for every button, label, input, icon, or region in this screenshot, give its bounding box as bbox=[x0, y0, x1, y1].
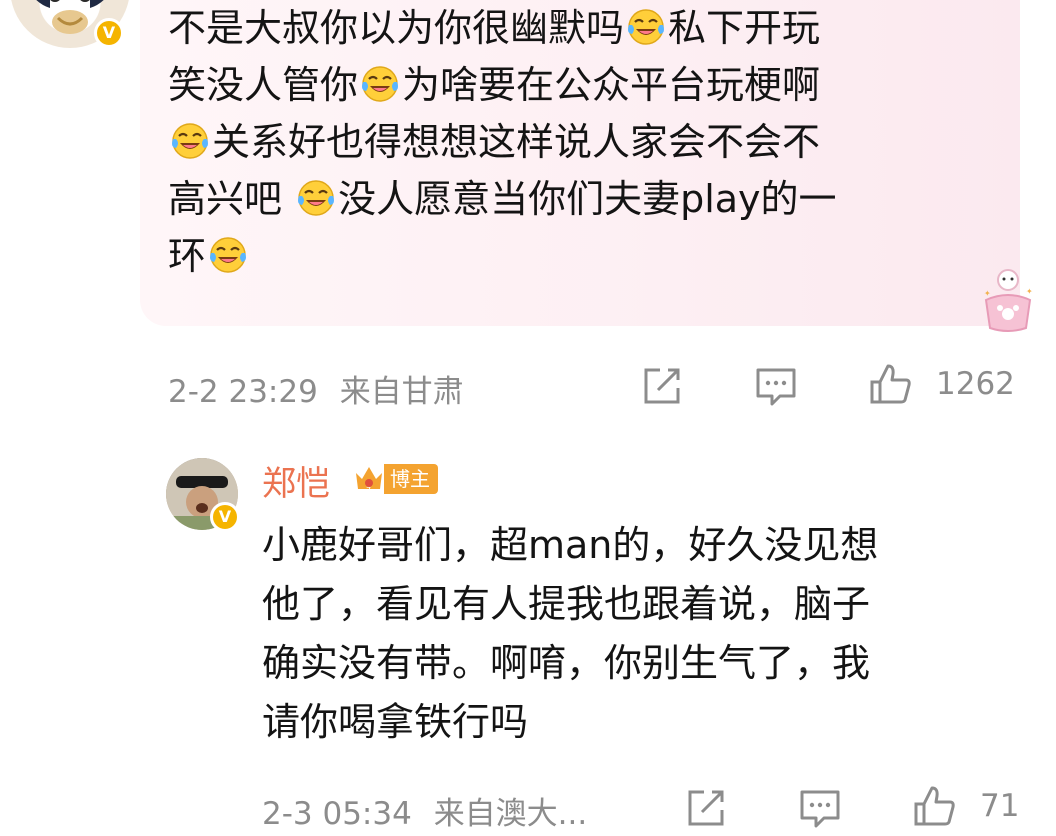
comment-meta: 2-2 23:29 来自甘肃 bbox=[168, 366, 464, 411]
reply-time: 2-3 05:34 bbox=[262, 796, 412, 832]
comment-time: 2-2 23:29 bbox=[168, 374, 318, 410]
comment-text-line: 环 bbox=[168, 228, 968, 285]
laugh-cry-emoji bbox=[296, 177, 336, 217]
comment-location: 来自甘肃 bbox=[339, 374, 464, 410]
reply-like-count: 71 bbox=[980, 788, 1020, 824]
blogger-badge: 7 博主 bbox=[354, 462, 438, 496]
fan-badge-icon: ✦ ✦ bbox=[984, 269, 1033, 332]
comment-text-line: 高兴吧 没人愿意当你们夫妻play的一 bbox=[168, 171, 968, 228]
share-icon[interactable] bbox=[684, 786, 728, 830]
comment-text-line: 不是大叔你以为你很幽默吗 私下开玩 bbox=[168, 0, 968, 57]
laugh-cry-emoji bbox=[626, 6, 666, 46]
comment-text-segment: 不是大叔你以为你很幽默吗 bbox=[168, 6, 625, 50]
comment-text: 不是大叔你以为你很幽默吗 私下开玩 笑没人管你 为啥要在公众平台玩梗啊 关系好也得想想这… bbox=[168, 0, 968, 285]
svg-text:✦: ✦ bbox=[1026, 287, 1033, 296]
thumbs-up-icon[interactable] bbox=[868, 362, 912, 406]
reply-text: 小鹿好哥们，超man的，好久没见想 他了，看见有人提我也跟着说，脑子 确实没有带。啊… bbox=[262, 516, 1022, 752]
comment-text-segment: 没人愿意当你们夫妻play的一 bbox=[338, 177, 837, 221]
verified-v-icon: V bbox=[94, 18, 124, 48]
blogger-badge-label: 博主 bbox=[384, 464, 438, 494]
crown-icon: 7 bbox=[356, 467, 382, 495]
comment-text-segment: 关系好也得想想这样说人家会不会不 bbox=[212, 120, 821, 164]
verified-v-icon: V bbox=[210, 502, 240, 532]
comment-text-segment: 高兴吧 bbox=[168, 177, 295, 221]
reply-text-line: 请你喝拿铁行吗 bbox=[262, 700, 529, 744]
comment-text-line: 笑没人管你 为啥要在公众平台玩梗啊 bbox=[168, 57, 968, 114]
reply-username[interactable]: 郑恺 bbox=[262, 456, 330, 505]
reply-text-line: 小鹿好哥们，超man的，好久没见想 bbox=[262, 523, 879, 567]
reply-location: 来自澳大... bbox=[433, 796, 588, 832]
reply-text-line: 确实没有带。啊唷，你别生气了，我 bbox=[262, 641, 871, 685]
comment-text-segment: 环 bbox=[168, 234, 207, 278]
comment-text-line: 关系好也得想想这样说人家会不会不 bbox=[168, 114, 968, 171]
like-count: 1262 bbox=[936, 366, 1015, 402]
comment-text-segment: 私下开玩 bbox=[668, 6, 821, 50]
reply-text-line: 他了，看见有人提我也跟着说，脑子 bbox=[262, 582, 871, 626]
laugh-cry-emoji bbox=[170, 120, 210, 160]
svg-text:✦: ✦ bbox=[984, 289, 991, 298]
share-icon[interactable] bbox=[640, 364, 684, 408]
laugh-cry-emoji bbox=[208, 234, 248, 274]
comment-icon[interactable] bbox=[798, 786, 842, 830]
laugh-cry-emoji bbox=[360, 63, 400, 103]
comment-text-segment: 笑没人管你 bbox=[168, 63, 359, 107]
svg-text:7: 7 bbox=[366, 486, 371, 495]
comment-icon[interactable] bbox=[754, 364, 798, 408]
reply-meta: 2-3 05:34 来自澳大... bbox=[262, 788, 587, 833]
thumbs-up-icon[interactable] bbox=[912, 784, 956, 828]
comment-text-segment: 为啥要在公众平台玩梗啊 bbox=[402, 63, 821, 107]
